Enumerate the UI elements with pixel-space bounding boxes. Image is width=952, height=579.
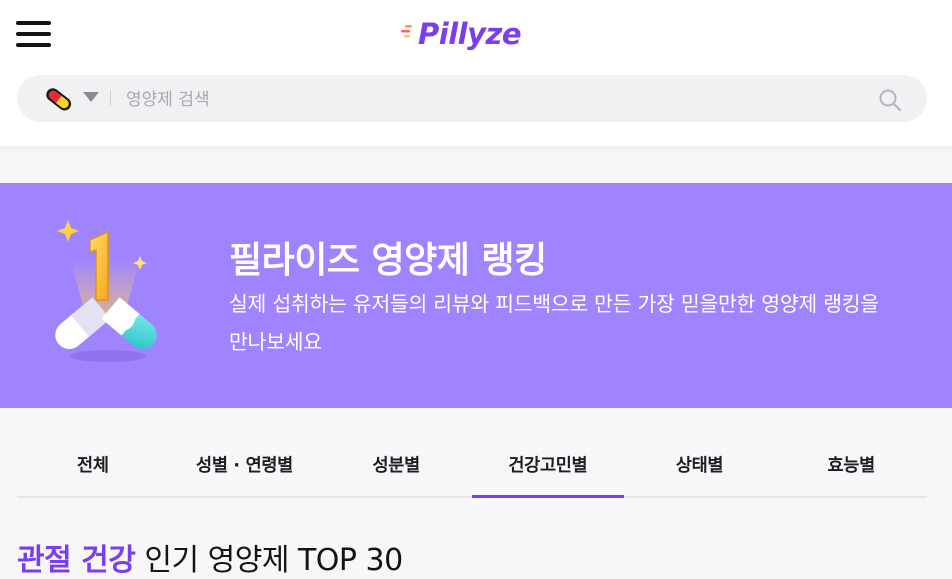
tab-gender-age[interactable]: 성별 · 연령별 bbox=[169, 438, 321, 496]
section-title-rest: 인기 영양제 TOP 30 bbox=[144, 543, 403, 578]
banner-title: 필라이즈 영양제 랭킹 bbox=[229, 240, 547, 281]
rank-one-trophy-capsules-icon bbox=[55, 220, 157, 362]
pillyze-logo[interactable]: Pillyze bbox=[400, 12, 522, 56]
logo-text: Pillyze bbox=[418, 17, 522, 51]
tab-efficacy[interactable]: 효능별 bbox=[775, 438, 927, 496]
tab-ingredient[interactable]: 성분별 bbox=[320, 438, 472, 496]
search-bar[interactable] bbox=[17, 75, 927, 122]
logo-spark-icon bbox=[401, 25, 412, 38]
caret-down-icon[interactable] bbox=[83, 92, 99, 102]
tab-condition[interactable]: 상태별 bbox=[624, 438, 776, 496]
pill-capsule-icon[interactable] bbox=[43, 85, 75, 113]
ranking-tabs: 전체 성별 · 연령별 성분별 건강고민별 상태별 효능별 bbox=[17, 438, 927, 498]
magnifier-icon[interactable] bbox=[878, 88, 902, 112]
ranking-banner: 필라이즈 영양제 랭킹 실제 섭취하는 유저들의 리뷰와 피드백으로 만든 가장… bbox=[0, 183, 952, 408]
tab-health-concern[interactable]: 건강고민별 bbox=[472, 438, 624, 498]
banner-description: 실제 섭취하는 유저들의 리뷰와 피드백으로 만든 가장 믿을만한 영양제 랭킹… bbox=[229, 292, 879, 354]
search-divider bbox=[110, 90, 111, 106]
search-input[interactable] bbox=[124, 83, 858, 116]
section-title: 관절 건강 인기 영양제 TOP 30 bbox=[17, 535, 403, 579]
hamburger-menu-icon[interactable] bbox=[16, 21, 52, 47]
tab-all[interactable]: 전체 bbox=[17, 438, 169, 496]
top-header: Pillyze bbox=[0, 0, 952, 146]
section-title-highlight: 관절 건강 bbox=[17, 543, 136, 578]
